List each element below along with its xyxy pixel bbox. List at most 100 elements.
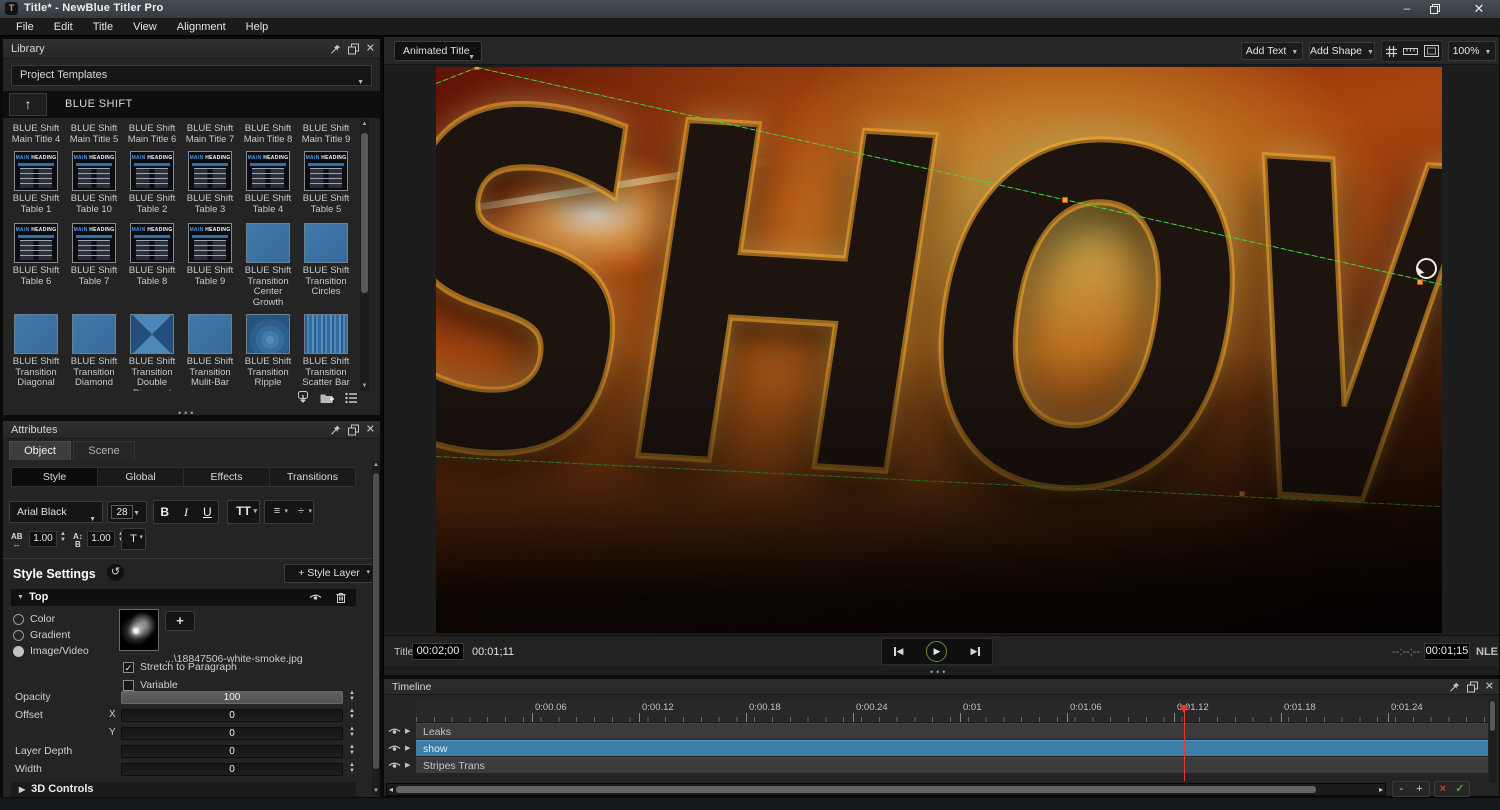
cancel-button[interactable]: × — [1440, 783, 1446, 796]
track-expand-icon[interactable]: ▶ — [405, 727, 410, 735]
fill-option-color[interactable]: Color — [13, 613, 55, 625]
image-position-button[interactable]: + — [165, 611, 195, 631]
zoom-select[interactable]: 100%▼ — [1448, 41, 1496, 61]
duration-timecode[interactable]: 00:02;00 — [412, 643, 464, 660]
subtab-effects[interactable]: Effects — [184, 468, 270, 486]
track-visibility-button[interactable] — [388, 744, 401, 753]
template-item[interactable]: MAIN HEADINGBLUE Shift Table 3 — [181, 151, 239, 215]
scroll-down-icon[interactable]: ▼ — [372, 788, 380, 794]
subtab-style[interactable]: Style — [12, 468, 98, 486]
layer-visibility-button[interactable] — [309, 593, 322, 602]
paragraph-align-button[interactable]: ≡▾ — [265, 501, 289, 523]
go-to-start-button[interactable]: ◀ — [894, 647, 904, 656]
template-item[interactable]: MAIN HEADINGBLUE Shift Table 6 — [7, 223, 65, 308]
close-panel-icon[interactable]: ✕ — [1485, 682, 1494, 692]
tab-scene[interactable]: Scene — [73, 441, 135, 460]
go-to-end-button[interactable]: ▶ — [971, 647, 981, 656]
template-item[interactable]: BLUE Shift Transition Ripple — [239, 314, 297, 391]
template-item[interactable]: BLUE Shift Transition Circles — [297, 223, 355, 308]
track-visibility-button[interactable] — [388, 727, 401, 736]
param-stepper[interactable]: ▲▼ — [349, 691, 355, 702]
template-item[interactable]: MAIN HEADINGBLUE Shift Table 5 — [297, 151, 355, 215]
render-canvas[interactable]: SHOW — [436, 67, 1442, 633]
menu-view[interactable]: View — [123, 18, 167, 36]
keyframe-marker[interactable] — [1062, 197, 1068, 203]
track-row[interactable]: show — [416, 740, 1488, 756]
radio-icon[interactable] — [13, 614, 24, 625]
zoom-out-button[interactable]: - — [1399, 783, 1403, 796]
param-stepper[interactable]: ▲▼ — [349, 763, 355, 774]
rotation-handle[interactable] — [1416, 258, 1437, 279]
fill-option-gradient[interactable]: Gradient — [13, 629, 70, 641]
scrollbar-thumb[interactable] — [361, 133, 368, 293]
style-reset-button[interactable]: ↺ — [107, 564, 124, 581]
italic-button[interactable]: I — [175, 501, 196, 523]
add-text-button[interactable]: Add Text▼ — [1241, 42, 1303, 60]
subtab-global[interactable]: Global — [98, 468, 184, 486]
fill-option-image-video[interactable]: Image/Video — [13, 645, 89, 657]
pin-icon[interactable] — [330, 424, 341, 435]
collapse-icon[interactable]: ▼ — [17, 594, 24, 601]
minimize-button[interactable]: – — [1394, 0, 1420, 18]
duplicate-icon[interactable] — [348, 424, 359, 435]
template-item[interactable]: BLUE Shift Main Title 6 — [123, 121, 181, 145]
tab-object[interactable]: Object — [9, 441, 71, 460]
checkbox-stretch-to-paragraph[interactable]: ✓Stretch to Paragraph — [123, 661, 237, 673]
template-item[interactable]: BLUE Shift Main Title 7 — [181, 121, 239, 145]
preview-splitter-handle[interactable]: ••• — [930, 667, 948, 677]
scroll-right-icon[interactable]: ▸ — [1379, 785, 1383, 795]
vertical-align-button[interactable]: ÷▾ — [289, 501, 313, 523]
template-item[interactable]: BLUE Shift Transition Center Growth — [239, 223, 297, 308]
restore-button[interactable] — [1430, 0, 1456, 18]
template-item[interactable]: MAIN HEADINGBLUE Shift Table 9 — [181, 223, 239, 308]
param-slider[interactable]: 100 — [121, 691, 343, 704]
pin-icon[interactable] — [1449, 681, 1460, 692]
timeline-horizontal-scrollbar[interactable]: ◂ ▸ — [386, 783, 1386, 796]
pin-icon[interactable] — [330, 43, 341, 54]
scroll-down-icon[interactable]: ▼ — [360, 383, 369, 389]
param-slider[interactable]: 0 — [121, 727, 343, 740]
font-size-select[interactable]: 28 ▼ — [107, 501, 147, 523]
checkbox-icon[interactable] — [123, 680, 134, 691]
template-item[interactable]: BLUE Shift Transition Diagonal — [7, 314, 65, 391]
track-expand-icon[interactable]: ▶ — [405, 761, 410, 769]
template-item[interactable]: MAIN HEADINGBLUE Shift Table 7 — [65, 223, 123, 308]
template-item[interactable]: MAIN HEADINGBLUE Shift Table 4 — [239, 151, 297, 215]
delete-layer-button[interactable] — [336, 592, 346, 603]
template-item[interactable]: BLUE Shift Main Title 8 — [239, 121, 297, 145]
menu-help[interactable]: Help — [236, 18, 279, 36]
menu-edit[interactable]: Edit — [44, 18, 83, 36]
param-slider[interactable]: 0 — [121, 745, 343, 758]
track-visibility-button[interactable] — [388, 761, 401, 770]
timeline-ruler[interactable]: 0:00.060:00.120:00.180:00.240:010:01.060… — [416, 699, 1488, 723]
checkbox-icon[interactable]: ✓ — [123, 662, 134, 673]
underline-button[interactable]: U — [197, 501, 218, 523]
param-stepper[interactable]: ▲▼ — [349, 745, 355, 756]
menu-file[interactable]: File — [6, 18, 44, 36]
param-slider[interactable]: 0 — [121, 763, 343, 776]
template-category-dropdown[interactable]: Project Templates ▼ — [11, 65, 372, 86]
text-transform-button[interactable]: T ▾ — [121, 528, 146, 550]
radio-icon[interactable] — [13, 630, 24, 641]
zoom-in-button[interactable]: + — [1416, 783, 1422, 796]
library-scrollbar[interactable]: ▲ ▼ — [360, 119, 369, 391]
font-family-select[interactable]: Arial Black ▼ — [9, 501, 103, 523]
section-3d-controls[interactable]: ▶3D Controls — [11, 782, 356, 797]
duplicate-icon[interactable] — [1467, 681, 1478, 692]
library-splitter-handle[interactable]: ••• — [178, 408, 196, 418]
close-button[interactable]: ✕ — [1466, 0, 1492, 18]
style-layer-top-header[interactable]: ▼ Top — [11, 589, 356, 606]
template-item[interactable]: BLUE Shift Main Title 4 — [7, 121, 65, 145]
add-style-layer-button[interactable]: + Style Layer ▾ — [284, 564, 374, 583]
template-item[interactable]: BLUE Shift Transition Scatter Bar — [297, 314, 355, 391]
param-slider[interactable]: 0 — [121, 709, 343, 722]
radio-icon[interactable] — [13, 646, 24, 657]
close-panel-icon[interactable]: ✕ — [366, 44, 375, 54]
template-item[interactable]: MAIN HEADINGBLUE Shift Table 10 — [65, 151, 123, 215]
title-3d-text[interactable]: SHOW — [436, 67, 1442, 586]
template-item[interactable]: BLUE Shift Main Title 5 — [65, 121, 123, 145]
param-stepper[interactable]: ▲▼ — [349, 709, 355, 720]
close-panel-icon[interactable]: ✕ — [366, 425, 375, 435]
scroll-up-icon[interactable]: ▲ — [372, 462, 380, 468]
install-template-icon[interactable] — [296, 391, 310, 404]
